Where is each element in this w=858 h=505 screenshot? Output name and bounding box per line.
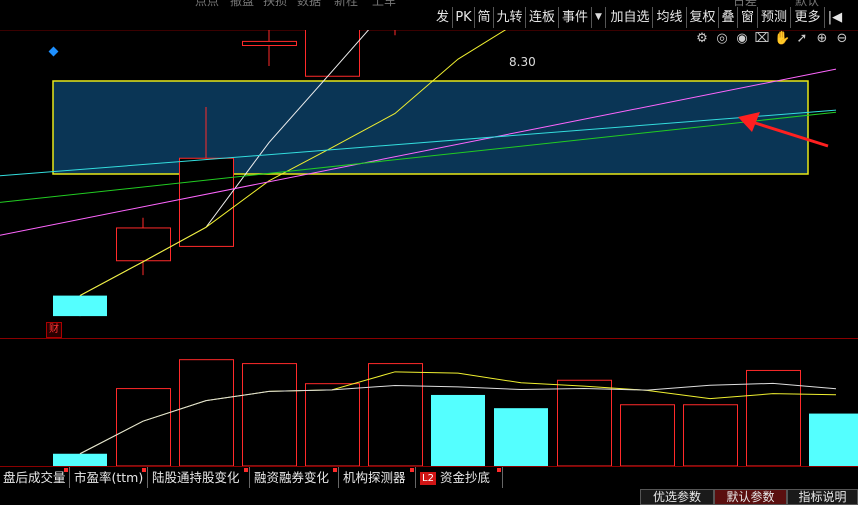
toolbar-btn-simple[interactable]: 简 <box>475 7 494 28</box>
chevron-down-icon[interactable]: ▼ <box>592 7 606 28</box>
delete-icon[interactable]: ⌧ <box>754 31 770 47</box>
toolbar-btn-add-watchlist[interactable]: 加自选 <box>608 7 653 28</box>
eye-icon[interactable]: ◉ <box>734 31 750 47</box>
top-toolbar: 点点 撤盘 扶损 数据 新栓 上车 日差 默认 发 PK 简 九转 连板 事件 … <box>0 0 858 30</box>
clipped-menu-item: 数据 <box>297 0 322 8</box>
volume-bar <box>431 394 485 466</box>
candle-body <box>179 157 234 247</box>
tab-margin-trading[interactable]: 融资融券变化 <box>251 467 339 488</box>
zoom-in-icon[interactable]: ⊕ <box>814 31 830 47</box>
param-tab-bar: 优选参数 默认参数 指标说明 <box>640 489 858 505</box>
toolbar-btn-pk[interactable]: PK <box>453 7 475 28</box>
clipped-menu-item: 新栓 <box>334 0 359 8</box>
toolbar-btn-events[interactable]: 事件 <box>559 7 592 28</box>
toolbar-btn-ma[interactable]: 均线 <box>653 7 687 28</box>
tab-label: 融资融券变化 <box>254 470 330 485</box>
tab-institution-detector[interactable]: 机构探测器 <box>340 467 416 488</box>
volume-bar <box>683 404 738 466</box>
hand-icon[interactable]: ✋ <box>774 31 790 47</box>
toolbar-btn-adjust[interactable]: 复权 <box>687 7 719 28</box>
tab-indicator-help[interactable]: 指标说明 <box>787 489 858 505</box>
volume-bar <box>179 359 234 466</box>
toolbar-btn-lianban[interactable]: 连板 <box>526 7 559 28</box>
red-dot-icon <box>410 468 414 472</box>
toolbar-btn-fa[interactable]: 发 <box>433 7 453 28</box>
clipped-menu-item: 点点 <box>195 0 220 8</box>
tab-after-hours-volume[interactable]: 盘后成交量 <box>0 467 70 488</box>
tab-label: 资金抄底 <box>439 470 490 485</box>
volume-bar <box>557 379 612 466</box>
clipped-menu-item: 撤盘 <box>230 0 255 8</box>
volume-bar <box>809 413 858 466</box>
settings-icon[interactable]: ⚙ <box>694 31 710 47</box>
volume-bar <box>242 363 297 466</box>
tab-label: 机构探测器 <box>343 470 406 485</box>
red-dot-icon <box>244 468 248 472</box>
tab-default-params[interactable]: 默认参数 <box>714 489 787 505</box>
candle-body <box>53 295 107 317</box>
volume-bar <box>494 408 548 466</box>
toolbar-btn-forecast[interactable]: 预测 <box>758 7 791 28</box>
candle-body <box>116 227 171 262</box>
clipped-menu-item: 上车 <box>372 0 397 8</box>
tab-capital-bottom-fishing[interactable]: L2 资金抄底 <box>417 467 503 488</box>
volume-bar <box>53 453 107 466</box>
tab-preferred-params[interactable]: 优选参数 <box>640 489 714 505</box>
clipped-menu-item: 扶损 <box>263 0 288 8</box>
indicator-tab-bar: 盘后成交量 市盈率(ttm) 陆股通持股变化 融资融券变化 机构探测器 L2 资金… <box>0 467 858 489</box>
tab-northbound-holdings[interactable]: 陆股通持股变化 <box>149 467 250 488</box>
volume-bar <box>368 363 423 466</box>
tab-pe-ratio[interactable]: 市盈率(ttm) <box>71 467 148 488</box>
tab-label: 市盈率(ttm) <box>74 470 144 485</box>
volume-bar <box>305 383 360 466</box>
toolbar-btn-window[interactable]: 窗 <box>738 7 758 28</box>
red-dot-icon <box>64 468 68 472</box>
tab-label: 陆股通持股变化 <box>152 470 240 485</box>
finance-badge-icon[interactable]: 财 <box>46 322 62 338</box>
l2-badge: L2 <box>420 472 436 485</box>
red-dot-icon <box>333 468 337 472</box>
high-price-label: 8.30 <box>509 55 536 69</box>
chart-tool-icons: ⚙ ◎ ◉ ⌧ ✋ ➚ ⊕ ⊖ <box>690 31 858 49</box>
first-page-icon[interactable]: |◀ <box>825 7 845 28</box>
zoom-out-icon[interactable]: ⊖ <box>834 31 850 47</box>
toolbar-btn-more[interactable]: 更多 <box>791 7 825 28</box>
target-icon[interactable]: ◎ <box>714 31 730 47</box>
volume-bar <box>116 388 171 466</box>
kline-chart[interactable] <box>0 0 858 500</box>
candle-body <box>242 40 297 47</box>
tab-label: 盘后成交量 <box>3 470 66 485</box>
volume-bar <box>620 404 675 466</box>
toolbar-btn-jiuzhuan[interactable]: 九转 <box>494 7 526 28</box>
red-dot-icon <box>142 468 146 472</box>
toolbar-btn-overlay[interactable]: 叠 <box>719 7 738 28</box>
cursor-icon[interactable]: ➚ <box>794 31 810 47</box>
red-dot-icon <box>497 468 501 472</box>
